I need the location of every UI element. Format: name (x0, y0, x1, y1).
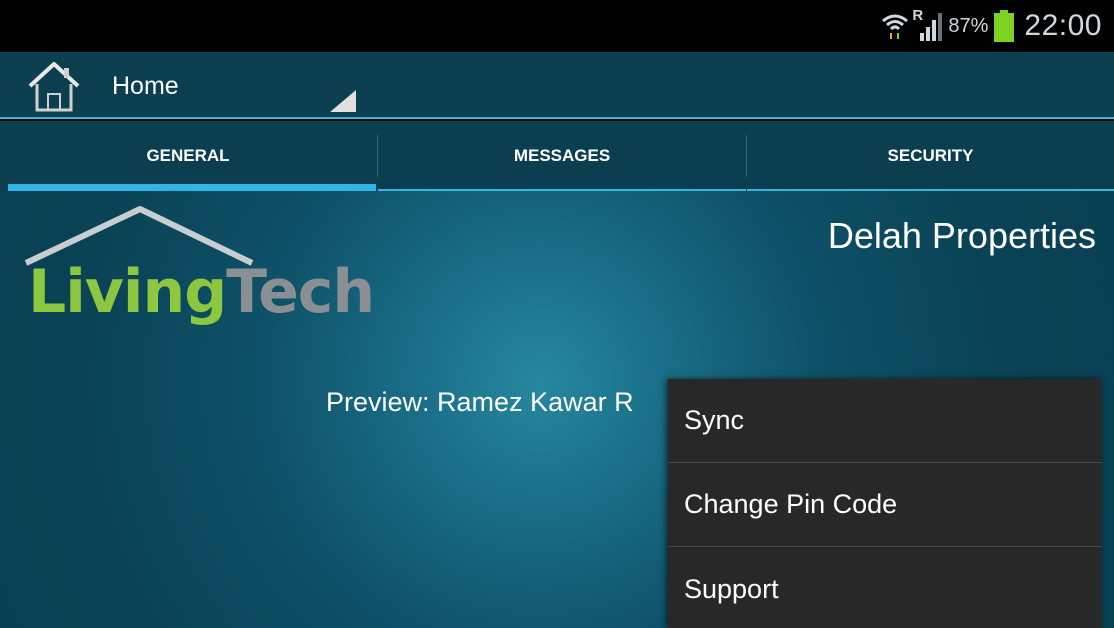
tab-general[interactable]: GENERAL (0, 121, 376, 191)
action-bar: Home (0, 52, 1114, 119)
tab-security[interactable]: SECURITY (747, 121, 1114, 191)
menu-item-change-pin-code[interactable]: Change Pin Code (668, 463, 1102, 547)
menu-item-support[interactable]: Support (668, 547, 1102, 628)
dropdown-indicator-icon[interactable] (330, 90, 356, 112)
home-icon[interactable] (26, 58, 82, 114)
battery-icon (994, 10, 1015, 42)
tab-general-label: GENERAL (146, 146, 230, 165)
overflow-menu: Sync Change Pin Code Support (668, 379, 1102, 628)
signal-icon: R (912, 7, 943, 41)
tab-messages-label: MESSAGES (513, 146, 611, 165)
preview-text: Preview: Ramez Kawar R (326, 387, 634, 417)
tab-security-label: SECURITY (887, 146, 974, 165)
tab-messages[interactable]: MESSAGES (378, 121, 746, 191)
logo-living-text: Living (28, 257, 227, 327)
battery-percent: 87% (948, 14, 989, 37)
logo-tech-text: Tech (226, 257, 375, 327)
roaming-indicator: R (912, 7, 924, 24)
status-bar: R 87% 22:00 (0, 0, 1114, 52)
logo-text: LivingTech (28, 257, 375, 327)
menu-item-label: Support (684, 573, 779, 604)
tab-general-indicator (8, 184, 376, 191)
company-name: Delah Properties (827, 215, 1096, 256)
status-icons: R 87% 22:00 (880, 7, 1102, 44)
livingtech-logo: LivingTech (22, 205, 392, 327)
wifi-icon (880, 11, 910, 41)
tab-bar: GENERAL MESSAGES SECURITY (0, 121, 1114, 191)
screen-title[interactable]: Home (112, 72, 179, 101)
menu-item-label: Sync (684, 405, 745, 435)
clock: 22:00 (1024, 9, 1102, 42)
menu-item-label: Change Pin Code (684, 489, 898, 519)
menu-item-sync[interactable]: Sync (668, 379, 1102, 463)
